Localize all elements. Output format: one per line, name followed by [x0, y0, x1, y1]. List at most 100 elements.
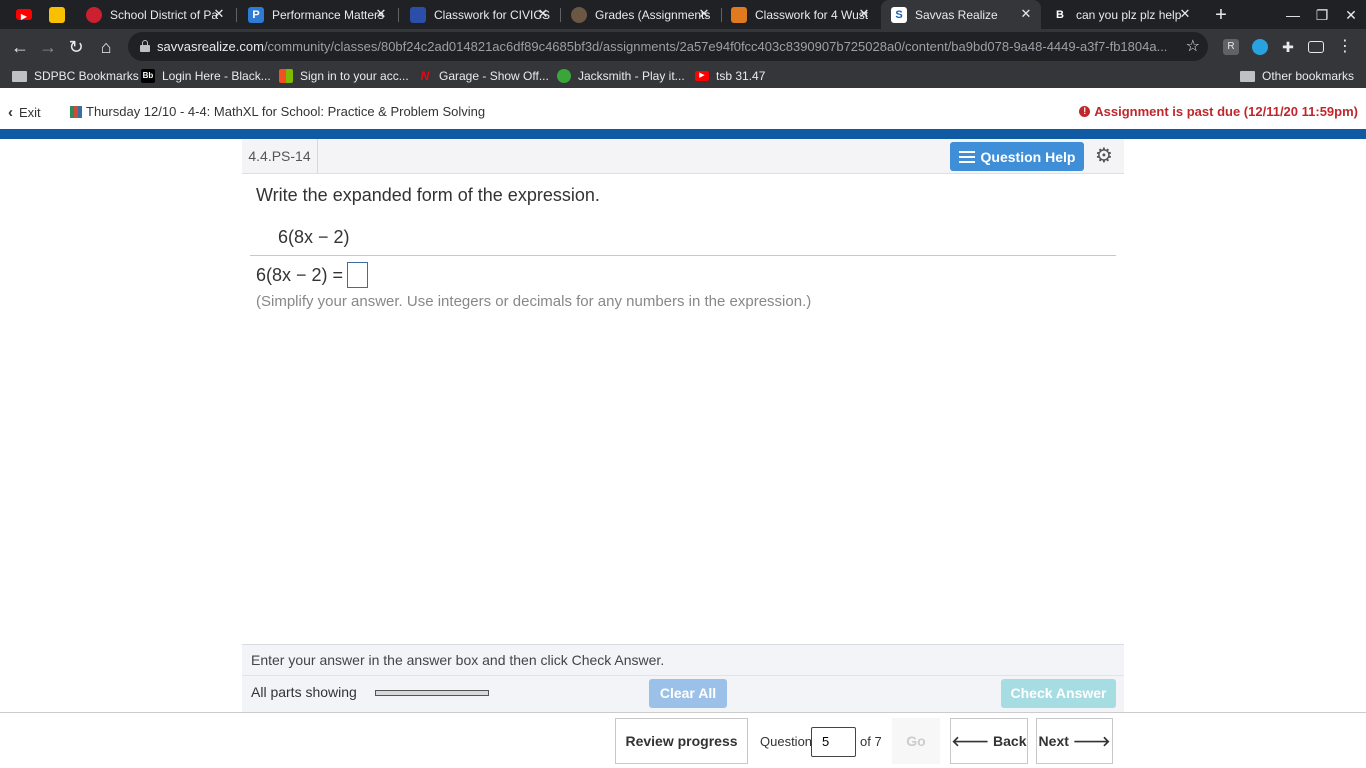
question-footer: Enter your answer in the answer box and … — [242, 644, 1124, 712]
header-accent-bar — [0, 129, 1366, 139]
question-help-button[interactable]: Question Help — [950, 142, 1084, 171]
back-button[interactable]: 🡐 Back — [950, 718, 1028, 764]
bookmark-label: Garage - Show Off... — [439, 69, 549, 83]
exit-button[interactable]: ‹ Exit — [8, 104, 41, 121]
google-classroom-icon — [410, 6, 426, 23]
question-navigation: Review progress Question 5 of 7 Go 🡐 Bac… — [0, 712, 1366, 768]
tab-grades[interactable]: Grades (Assignments ✕ — [561, 0, 719, 29]
answer-line: 6(8x − 2) = — [256, 262, 369, 288]
url-path: /community/classes/80bf24c2ad014821ac6df… — [263, 39, 1168, 54]
list-icon — [958, 150, 975, 163]
tab-brainly[interactable]: B can you plz plz help ✕ — [1042, 0, 1200, 29]
answer-lhs: 6(8x − 2) = — [256, 264, 344, 285]
menu-dots-icon[interactable]: ⋮ — [1337, 39, 1353, 55]
exit-label: Exit — [19, 105, 41, 120]
brainly-icon: B — [1052, 6, 1068, 23]
tab-classwork-4-wust[interactable]: Classwork for 4 Wust ✕ — [721, 0, 879, 29]
back-label: Back — [993, 733, 1027, 749]
other-bookmarks[interactable]: Other bookmarks — [1240, 64, 1354, 88]
cast-icon[interactable] — [1308, 41, 1324, 53]
question-id: 4.4.PS-14 — [242, 139, 318, 173]
question-total: of 7 — [860, 734, 882, 749]
tab-school-district[interactable]: School District of Pa ✕ — [76, 0, 234, 29]
tab-youtube[interactable]: ▶ — [6, 0, 39, 29]
books-icon — [70, 105, 84, 118]
arrow-left-icon: 🡐 — [951, 732, 990, 749]
go-button[interactable]: Go — [892, 718, 940, 764]
parts-progress-fill — [376, 691, 488, 695]
close-icon[interactable]: ✕ — [536, 7, 550, 21]
question-panel: 4.4.PS-14 Question Help ⚙ Write the expa… — [242, 139, 1124, 712]
bookmark-star-icon[interactable]: ☆ — [1186, 36, 1200, 56]
arrow-right-icon: 🡒 — [1072, 732, 1111, 749]
youtube-icon: ▶ — [695, 71, 709, 81]
answer-input[interactable] — [347, 262, 369, 288]
bookmarks-bar: SDPBC Bookmarks Bb Login Here - Black...… — [0, 64, 1366, 88]
close-icon[interactable]: ✕ — [374, 7, 388, 21]
performance-matters-icon: P — [248, 6, 264, 23]
close-icon[interactable]: ✕ — [1019, 7, 1033, 21]
past-due-notice: ! Assignment is past due (12/11/20 11:59… — [1079, 104, 1358, 119]
question-help-label: Question Help — [980, 148, 1076, 165]
classroom-icon — [49, 6, 65, 23]
new-tab-icon[interactable]: + — [1210, 4, 1232, 26]
tab-classroom[interactable] — [39, 0, 72, 29]
tab-separator — [398, 8, 399, 22]
reload-icon[interactable]: ↻ — [64, 35, 88, 59]
bookmark-label: Jacksmith - Play it... — [578, 69, 685, 83]
youtube-icon: ▶ — [16, 9, 32, 21]
bookmark-label: Sign in to your acc... — [300, 69, 409, 83]
close-icon[interactable]: ✕ — [1178, 7, 1192, 21]
question-expression: 6(8x − 2) — [278, 227, 350, 247]
restore-icon[interactable]: ❐ — [1311, 4, 1333, 26]
bookmark-microsoft[interactable]: Sign in to your acc... — [279, 64, 409, 88]
bookmark-sdpbc[interactable]: SDPBC Bookmarks — [12, 64, 139, 88]
assignment-header: ‹ Exit Thursday 12/10 - 4-4: MathXL for … — [0, 93, 1366, 129]
gear-icon[interactable]: ⚙ — [1093, 145, 1115, 167]
assignment-title-text: Thursday 12/10 - 4-4: MathXL for School:… — [86, 104, 486, 119]
home-icon[interactable]: ⌂ — [94, 35, 118, 59]
extension-r-icon[interactable]: R — [1223, 39, 1239, 55]
browser-toolbar: ← → ↻ ⌂ savvasrealize.com/community/clas… — [0, 29, 1366, 64]
back-arrow-icon[interactable]: ← — [8, 35, 32, 59]
question-prompt: Write the expanded form of the expressio… — [256, 185, 600, 205]
tab-classwork-civics[interactable]: Classwork for CIVICS ✕ — [400, 0, 558, 29]
review-progress-button[interactable]: Review progress — [615, 718, 748, 764]
minimize-icon[interactable]: — — [1282, 4, 1304, 26]
folder-icon — [12, 70, 27, 82]
extension-blue-icon[interactable] — [1252, 39, 1268, 55]
close-icon[interactable]: ✕ — [697, 7, 711, 21]
tab-separator — [236, 8, 237, 22]
tab-savvas-realize[interactable]: S Savvas Realize ✕ — [881, 0, 1041, 29]
puzzle-icon[interactable]: ✚ — [1280, 39, 1296, 55]
question-label: Question — [760, 734, 813, 749]
check-answer-button[interactable]: Check Answer — [1001, 679, 1116, 708]
bookmark-garage[interactable]: N Garage - Show Off... — [418, 64, 549, 88]
clear-all-button[interactable]: Clear All — [649, 679, 727, 708]
close-icon[interactable]: ✕ — [212, 7, 226, 21]
divider — [250, 255, 1116, 256]
bookmark-jacksmith[interactable]: Jacksmith - Play it... — [557, 64, 685, 88]
divider — [242, 675, 1124, 676]
bookmark-tsb[interactable]: ▶ tsb 31.47 — [695, 64, 765, 88]
bookmark-label: tsb 31.47 — [716, 69, 766, 83]
chevron-left-icon: ‹ — [8, 104, 13, 121]
parts-showing-label: All parts showing — [251, 684, 357, 700]
close-window-icon[interactable]: ✕ — [1340, 4, 1362, 26]
bookmark-label: Login Here - Black... — [162, 69, 271, 83]
question-header: 4.4.PS-14 Question Help ⚙ — [242, 139, 1124, 174]
close-icon[interactable]: ✕ — [857, 7, 871, 21]
bookmark-blackboard[interactable]: Bb Login Here - Black... — [141, 64, 271, 88]
instruction-text: Enter your answer in the answer box and … — [251, 652, 665, 668]
address-bar[interactable]: savvasrealize.com/community/classes/80bf… — [128, 32, 1208, 61]
browser-tab-strip: ▶ School District of Pa ✕ P Performance … — [0, 0, 1366, 29]
lock-icon — [140, 40, 150, 52]
microsoft-icon — [279, 69, 293, 83]
url-host: savvasrealize.com — [157, 39, 264, 54]
next-button[interactable]: Next 🡒 — [1036, 718, 1113, 764]
jacksmith-icon — [557, 69, 571, 83]
question-number-input[interactable]: 5 — [811, 727, 856, 757]
tab-performance-matters[interactable]: P Performance Matters ✕ — [238, 0, 396, 29]
savvas-icon: S — [891, 6, 907, 23]
forward-arrow-icon[interactable]: → — [36, 35, 60, 59]
